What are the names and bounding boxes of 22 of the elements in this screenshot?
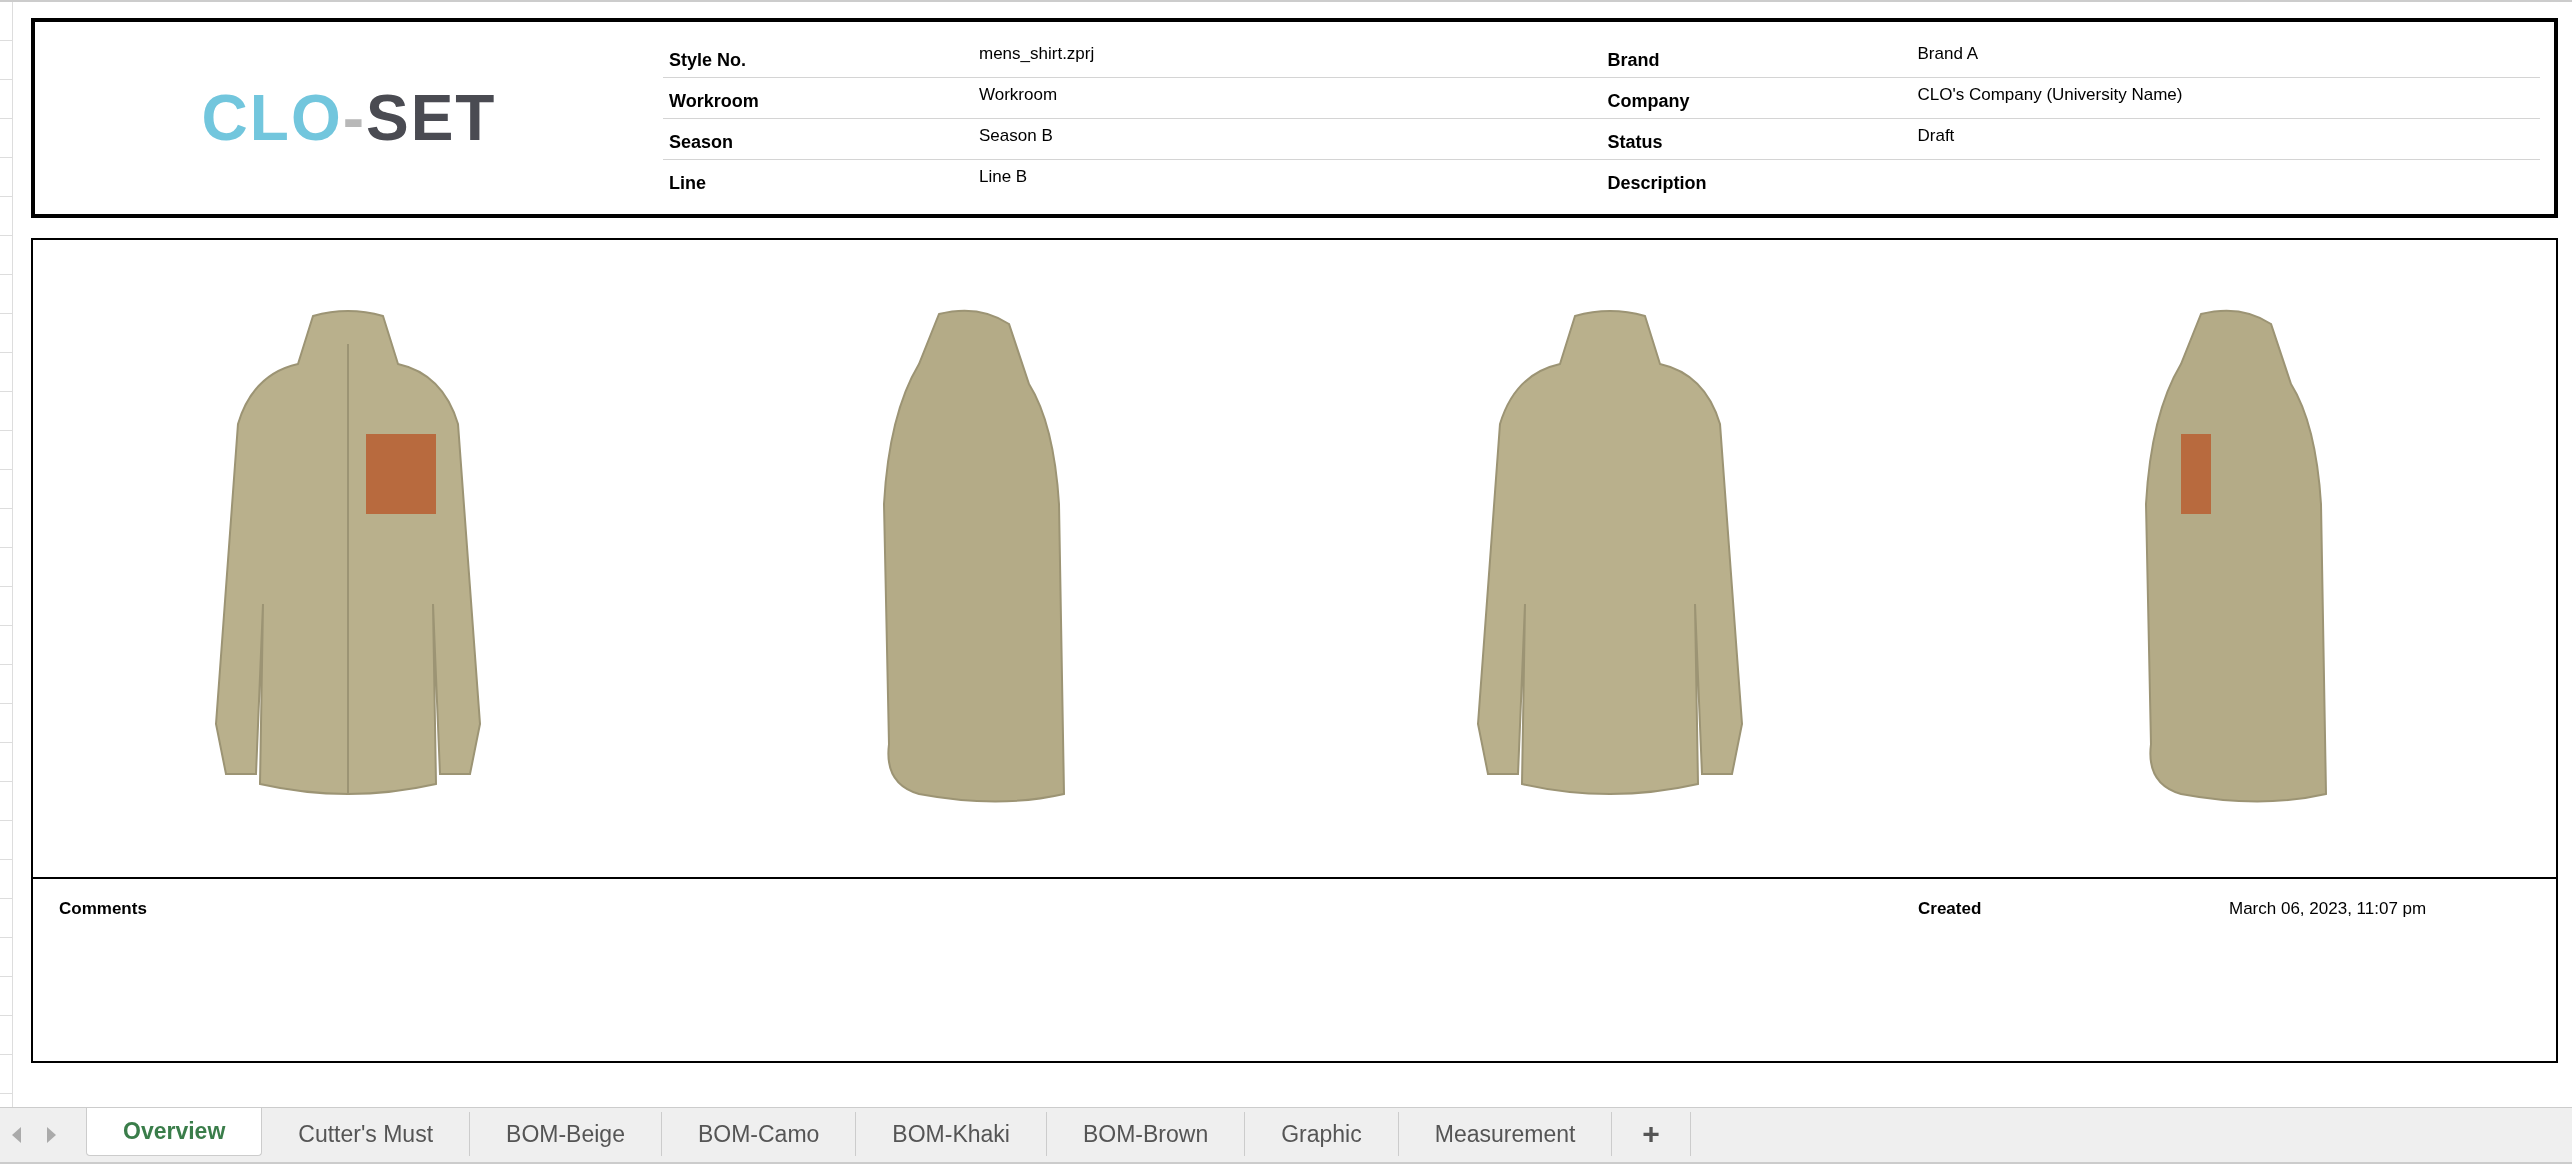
field-label: Season [668,131,735,153]
field-label: Style No. [668,49,748,71]
field-label: Brand [1606,49,1661,71]
field-label: Status [1606,131,1664,153]
field-label: Line [668,172,707,194]
scroll-left-icon[interactable] [10,1125,22,1145]
field-value: Draft [1917,125,1955,147]
field-value: Line B [979,166,1028,188]
field-value: Workroom [979,84,1058,106]
created-value: March 06, 2023, 11:07 pm [2229,899,2427,919]
field-value: Brand A [1917,43,1978,65]
field-label: Company [1606,90,1691,112]
field-value: mens_shirt.zprj [979,43,1095,65]
field-value: CLO's Company (University Name) [1917,84,2183,106]
scroll-right-icon[interactable] [46,1125,58,1145]
sheet-tab[interactable]: Overview [86,1108,263,1156]
field-value: Season B [979,125,1053,147]
field-label: Description [1606,172,1708,194]
created-label: Created [1918,899,1982,919]
logo: CLO-SET [201,81,497,155]
field-label: Workroom [668,90,760,112]
comments-label: Comments [59,899,147,919]
